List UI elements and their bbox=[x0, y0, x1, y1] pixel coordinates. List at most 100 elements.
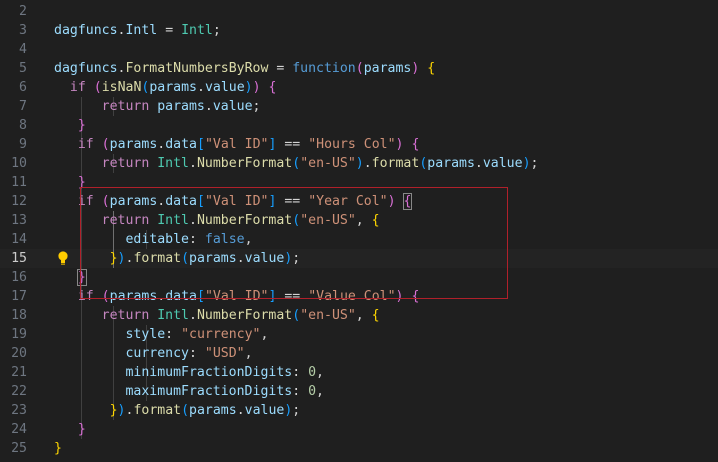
code-token: { bbox=[371, 308, 380, 323]
code-token: return bbox=[101, 99, 150, 114]
code-text: } bbox=[54, 420, 86, 439]
code-line[interactable]: 14 editable: false, bbox=[0, 230, 718, 249]
code-token: = bbox=[268, 61, 293, 76]
code-token: "Hours Col" bbox=[308, 137, 396, 152]
code-line[interactable]: 3 dagfuncs.Intl = Intl; bbox=[0, 21, 718, 40]
code-token: params bbox=[109, 289, 158, 304]
code-line[interactable]: 2 bbox=[0, 2, 718, 21]
code-token: } bbox=[76, 269, 87, 286]
code-token: return bbox=[101, 308, 150, 323]
code-token: Intl bbox=[157, 156, 189, 171]
lightbulb-icon[interactable] bbox=[56, 250, 70, 266]
code-token: ) bbox=[355, 156, 364, 171]
code-token: data bbox=[165, 194, 197, 209]
code-token: false bbox=[204, 232, 245, 247]
code-token: "Value Col" bbox=[308, 289, 396, 304]
code-line[interactable]: 7 return params.value; bbox=[0, 97, 718, 116]
line-number: 8 bbox=[19, 118, 27, 133]
code-token: [ bbox=[196, 289, 205, 304]
code-line[interactable]: 8 } bbox=[0, 116, 718, 135]
code-token: ) bbox=[244, 80, 253, 95]
code-token: Intl bbox=[181, 23, 213, 38]
line-number: 5 bbox=[19, 61, 27, 76]
code-token: : bbox=[292, 384, 309, 399]
code-token: , bbox=[244, 346, 253, 361]
code-token: ) bbox=[252, 80, 261, 95]
code-token: } bbox=[54, 441, 62, 456]
line-number: 20 bbox=[11, 346, 27, 361]
code-token: "Year Col" bbox=[308, 194, 388, 209]
code-token: ) bbox=[117, 403, 126, 418]
code-line[interactable]: 16 } bbox=[0, 268, 718, 287]
code-token: , bbox=[244, 232, 253, 247]
code-line[interactable]: 5 dagfuncs.FormatNumbersByRow = function(… bbox=[0, 59, 718, 78]
code-token: format bbox=[371, 156, 420, 171]
line-number: 9 bbox=[19, 137, 27, 152]
code-line[interactable]: 18 return Intl.NumberFormat("en-US", { bbox=[0, 306, 718, 325]
code-token: params bbox=[427, 156, 475, 171]
code-token: ( bbox=[355, 61, 364, 76]
code-line[interactable]: 22 maximumFractionDigits: 0, bbox=[0, 382, 718, 401]
code-token: Intl bbox=[157, 308, 189, 323]
line-number: 13 bbox=[11, 213, 27, 228]
code-token: NumberFormat bbox=[196, 156, 293, 171]
line-number: 3 bbox=[19, 23, 27, 38]
code-token: "en-US" bbox=[300, 308, 356, 323]
code-line[interactable]: 6 if (isNaN(params.value)) { bbox=[0, 78, 718, 97]
code-token: if bbox=[69, 80, 86, 95]
code-line[interactable]: 19 style: "currency", bbox=[0, 325, 718, 344]
line-number: 4 bbox=[19, 42, 27, 57]
line-number: 15 bbox=[11, 251, 27, 266]
code-text: dagfuncs.FormatNumbersByRow = function(p… bbox=[54, 59, 435, 78]
code-token: . bbox=[196, 80, 205, 95]
code-token: ( bbox=[292, 308, 301, 323]
code-line[interactable]: 20 currency: "USD", bbox=[0, 344, 718, 363]
line-number: 23 bbox=[11, 403, 27, 418]
code-line[interactable]: 9 if (params.data["Val ID"] == "Hours Co… bbox=[0, 135, 718, 154]
code-text: minimumFractionDigits: 0, bbox=[54, 363, 324, 382]
code-line[interactable]: 4 bbox=[0, 40, 718, 59]
code-line[interactable]: 17 if (params.data["Val ID"] == "Value C… bbox=[0, 287, 718, 306]
code-token: { bbox=[268, 80, 277, 95]
code-token: "en-US" bbox=[300, 156, 356, 171]
line-number: 7 bbox=[19, 99, 27, 114]
code-line[interactable]: 13 return Intl.NumberFormat("en-US", { bbox=[0, 211, 718, 230]
code-token: return bbox=[101, 213, 150, 228]
code-token: format bbox=[133, 251, 182, 266]
code-token: if bbox=[77, 137, 94, 152]
code-token: . bbox=[189, 308, 197, 323]
code-line[interactable]: 25} bbox=[0, 439, 718, 458]
code-token: ) bbox=[522, 156, 531, 171]
code-line[interactable]: 21 minimumFractionDigits: 0, bbox=[0, 363, 718, 382]
code-line[interactable]: 24 } bbox=[0, 420, 718, 439]
code-token: { bbox=[411, 289, 420, 304]
code-token: format bbox=[133, 403, 182, 418]
code-text: return Intl.NumberFormat("en-US", { bbox=[54, 306, 380, 325]
code-token: FormatNumbersByRow bbox=[125, 61, 269, 76]
code-text: return Intl.NumberFormat("en-US").format… bbox=[54, 154, 539, 173]
code-token: == bbox=[276, 194, 309, 209]
code-token: . bbox=[204, 99, 213, 114]
code-editor[interactable]: 2 3 dagfuncs.Intl = Intl; 4 5 dagfuncs.Format… bbox=[0, 0, 718, 462]
code-line[interactable]: 15 }).format(params.value); bbox=[0, 249, 718, 268]
code-token: value bbox=[212, 99, 253, 114]
code-token: params bbox=[149, 80, 197, 95]
code-line[interactable]: 23 }).format(params.value); bbox=[0, 401, 718, 420]
code-token: value bbox=[244, 251, 285, 266]
line-number: 14 bbox=[11, 232, 27, 247]
line-number: 21 bbox=[11, 365, 27, 380]
line-number: 12 bbox=[11, 194, 27, 209]
code-token: ; bbox=[292, 251, 301, 266]
code-token: NumberFormat bbox=[196, 308, 293, 323]
code-line[interactable]: 10 return Intl.NumberFormat("en-US").for… bbox=[0, 154, 718, 173]
code-token: 0 bbox=[308, 365, 317, 380]
code-token: } bbox=[77, 422, 86, 437]
code-line[interactable]: 11 } bbox=[0, 173, 718, 192]
code-line[interactable]: 12 if (params.data["Val ID"] == "Year Co… bbox=[0, 192, 718, 211]
